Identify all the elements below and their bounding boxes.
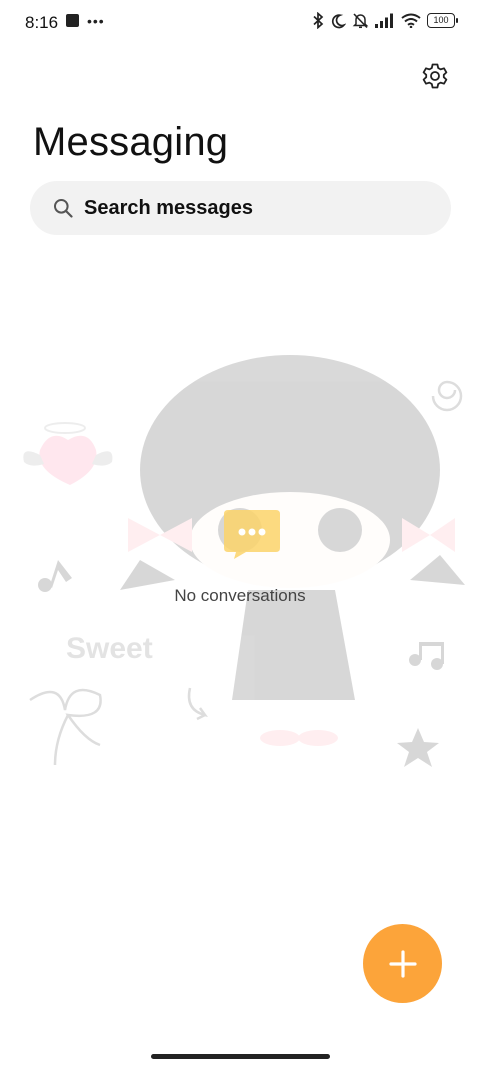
status-bar: 8:16 ••• 100 (0, 0, 480, 46)
battery-icon: 100 (427, 13, 458, 28)
chat-bubble-icon (224, 510, 280, 559)
home-indicator[interactable] (151, 1054, 330, 1059)
status-left-icons: ••• (66, 12, 105, 29)
signal-icon (375, 13, 393, 28)
status-right-icons: 100 (312, 12, 458, 29)
stop-icon (66, 14, 79, 27)
search-placeholder: Search messages (84, 196, 254, 219)
new-message-button[interactable] (363, 924, 442, 1003)
page-title: Messaging (33, 120, 229, 164)
bluetooth-icon (313, 12, 324, 29)
empty-state-text: No conversations (174, 586, 306, 605)
sweet-decoration-text: Sweet (66, 632, 153, 665)
wifi-icon (401, 13, 421, 28)
status-time: 8:16 (25, 13, 59, 32)
search-input[interactable]: Search messages (30, 181, 451, 235)
bell-off-icon (352, 13, 369, 29)
gear-icon (422, 63, 448, 89)
plus-icon (388, 949, 417, 978)
settings-button[interactable] (418, 59, 452, 93)
battery-level: 100 (433, 15, 449, 25)
more-dots-icon: ••• (87, 12, 105, 29)
search-icon (52, 197, 74, 219)
background-illustration: Sweet (23, 355, 465, 767)
moon-icon (331, 13, 346, 28)
